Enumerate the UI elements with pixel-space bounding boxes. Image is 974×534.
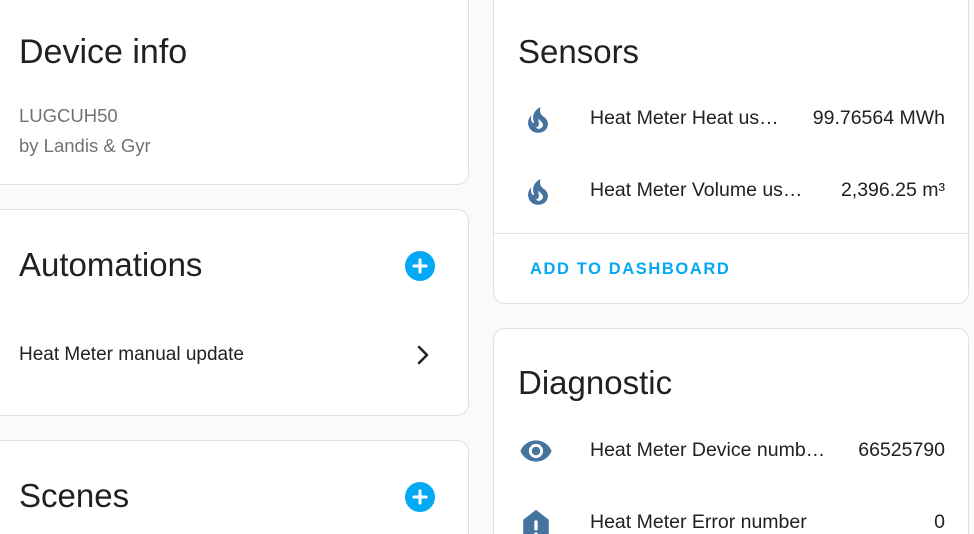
alert-icon [523, 509, 549, 534]
sensors-title: Sensors [518, 33, 640, 70]
device-manufacturer: by Landis & Gyr [19, 135, 151, 156]
diagnostic-card: Diagnostic Heat Meter Device numb… 66525… [493, 328, 969, 534]
device-info-card: Device info LUGCUH50 by Landis & Gyr [0, 0, 469, 185]
sensor-row[interactable]: Heat Meter Heat us… 99.76564 MWh [494, 97, 970, 141]
sensor-value: 2,396.25 m³ [840, 179, 945, 201]
sensor-name: Heat Meter Heat us… [590, 107, 779, 129]
diagnostic-title: Diagnostic [518, 364, 673, 401]
scenes-title: Scenes [19, 477, 130, 514]
diagnostic-name: Heat Meter Error number [590, 511, 807, 533]
sensor-value: 99.76564 MWh [812, 107, 945, 129]
sensor-row[interactable]: Heat Meter Volume us… 2,396.25 m³ [494, 169, 970, 213]
add-to-dashboard-button[interactable]: ADD TO DASHBOARD [530, 260, 730, 279]
sensors-card: Sensors Heat Meter Heat us… 99.76564 MWh… [493, 0, 969, 304]
eye-icon [520, 440, 552, 462]
automations-card: Automations Heat Meter manual update [0, 209, 469, 416]
diagnostic-value: 0 [934, 511, 945, 533]
device-page: Device info LUGCUH50 by Landis & Gyr Aut… [0, 0, 974, 534]
fire-icon [528, 107, 548, 133]
automations-title: Automations [19, 246, 203, 283]
automation-item-label: Heat Meter manual update [19, 344, 244, 365]
diagnostic-row[interactable]: Heat Meter Error number 0 [494, 501, 970, 534]
diagnostic-value: 66525790 [858, 439, 945, 461]
diagnostic-row[interactable]: Heat Meter Device numb… 66525790 [494, 429, 970, 473]
add-automation-button[interactable] [405, 251, 435, 281]
diagnostic-name: Heat Meter Device numb… [590, 439, 826, 461]
device-model: LUGCUH50 [19, 105, 118, 126]
chevron-right-icon [417, 345, 429, 365]
sensor-name: Heat Meter Volume us… [590, 179, 803, 201]
automation-item[interactable]: Heat Meter manual update [0, 328, 470, 382]
fire-icon [528, 179, 548, 205]
plus-icon [412, 489, 428, 505]
plus-icon [412, 258, 428, 274]
card-divider [494, 233, 968, 234]
add-scene-button[interactable] [405, 482, 435, 512]
device-info-title: Device info [19, 33, 188, 71]
scenes-card: Scenes [0, 440, 469, 534]
